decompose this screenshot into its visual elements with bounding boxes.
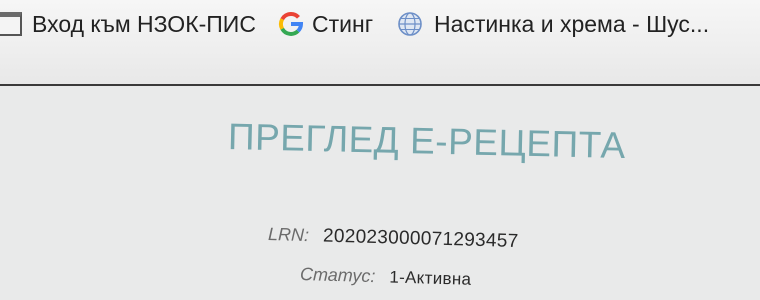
google-icon [278,11,304,37]
bookmark-nzok-pis[interactable]: Вход към НЗОК-ПИС [0,4,256,44]
globe-svg [398,12,422,36]
bookmark-sting[interactable]: Стинг [278,4,373,44]
bookmark-label: Стинг [312,10,374,37]
bookmark-cold-and-flu[interactable]: Настинка и хрема - Шус... [396,4,709,44]
google-g-svg [278,11,304,36]
page-title: ПРЕГЛЕД Е-РЕЦЕПТА [227,116,627,167]
lrn-row: LRN: 202023000071293457 [268,224,519,253]
globe-icon [396,10,424,38]
bookmark-label: Настинка и хрема - Шус... [434,10,710,37]
bookmark-label: Вход към НЗОК-ПИС [32,10,256,37]
lrn-value: 202023000071293457 [322,225,519,252]
bookmarks-bar: Вход към НЗОК-ПИС Стинг Настинка и хрема… [0,0,760,86]
status-value: 1-Активна [389,267,472,289]
status-label: Статус: [299,264,376,287]
page-icon [0,12,22,36]
prescription-view: ПРЕГЛЕД Е-РЕЦЕПТА LRN: 20202300007129345… [0,86,760,300]
status-row: Статус: 1-Активна [300,264,472,290]
lrn-label: LRN: [267,224,310,246]
